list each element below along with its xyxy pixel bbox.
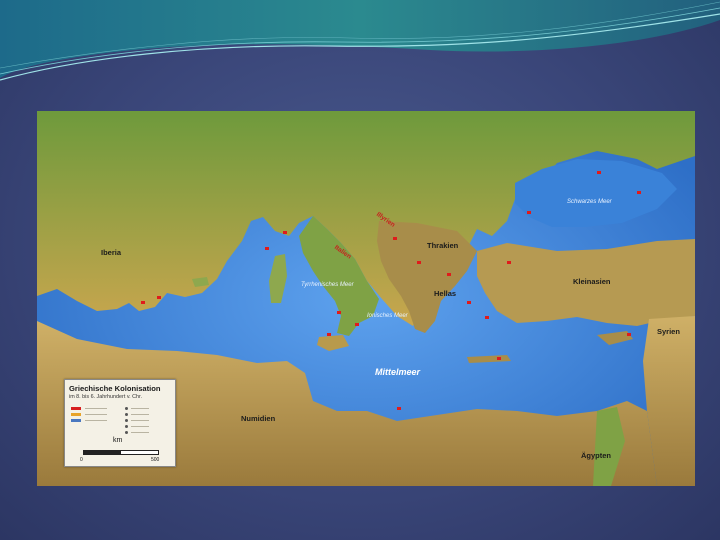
region-label-kleinasien: Kleinasien (573, 277, 611, 286)
map-legend: Griechische Kolonisation im 8. bis 6. Ja… (64, 379, 176, 467)
legend-swatch-red (71, 407, 81, 410)
scale-start: 0 (80, 457, 83, 463)
colony-marker (467, 301, 471, 304)
region-label-numidien: Numidien (241, 414, 276, 423)
legend-symbol (125, 407, 128, 410)
legend-entry-text (85, 414, 107, 415)
legend-symbol (125, 413, 128, 416)
scale-end: 500 (151, 457, 160, 463)
sea-label-ionisches-meer: Ionisches Meer (367, 313, 408, 319)
region-label-thrakien: Thrakien (427, 241, 459, 250)
colony-marker (637, 191, 641, 194)
colony-marker (327, 333, 331, 336)
scale-bar-segment (84, 451, 121, 454)
colony-marker (393, 237, 397, 240)
sea-label-tyrrhenisches-meer: Tyrrhenisches Meer (301, 282, 354, 288)
colony-marker (507, 261, 511, 264)
region-label-hellas: Hellas (434, 289, 457, 298)
region-label-syrien: Syrien (657, 327, 680, 336)
scale-unit: km (113, 437, 123, 444)
map-greek-colonisation: Iberia Thrakien Hellas Kleinasien Syrien… (37, 111, 695, 486)
colony-marker (337, 311, 341, 314)
legend-entry-text (131, 408, 149, 409)
legend-symbol (125, 419, 128, 422)
colony-marker (627, 333, 631, 336)
colony-marker (265, 247, 269, 250)
legend-symbol (125, 431, 128, 434)
region-label-iberia: Iberia (101, 248, 122, 257)
colony-marker (397, 407, 401, 410)
sea-label-schwarzes-meer: Schwarzes Meer (567, 199, 612, 205)
colony-marker (527, 211, 531, 214)
colony-marker (355, 323, 359, 326)
colony-marker (417, 261, 421, 264)
sea-label-mittelmeer: Mittelmeer (375, 367, 421, 377)
legend-entry-text (131, 426, 149, 427)
scale-bar (83, 450, 159, 455)
header-swoosh (0, 0, 720, 81)
legend-symbol (125, 425, 128, 428)
legend-swatch-blue (71, 419, 81, 422)
legend-title: Griechische Kolonisation (69, 384, 161, 393)
colony-marker (141, 301, 145, 304)
colony-marker (485, 316, 489, 319)
legend-entry-text (131, 414, 149, 415)
legend-entry-text (131, 432, 149, 433)
legend-swatch-orange (71, 413, 81, 416)
colony-marker (447, 273, 451, 276)
legend-subtitle: im 8. bis 6. Jahrhundert v. Chr. (69, 394, 143, 400)
colony-marker (497, 357, 501, 360)
colony-marker (157, 296, 161, 299)
legend-entry-text (131, 420, 149, 421)
colony-marker (283, 231, 287, 234)
legend-entry-text (85, 420, 107, 421)
region-label-aegypten: Ägypten (581, 451, 611, 460)
legend-entry-text (85, 408, 107, 409)
colony-marker (597, 171, 601, 174)
